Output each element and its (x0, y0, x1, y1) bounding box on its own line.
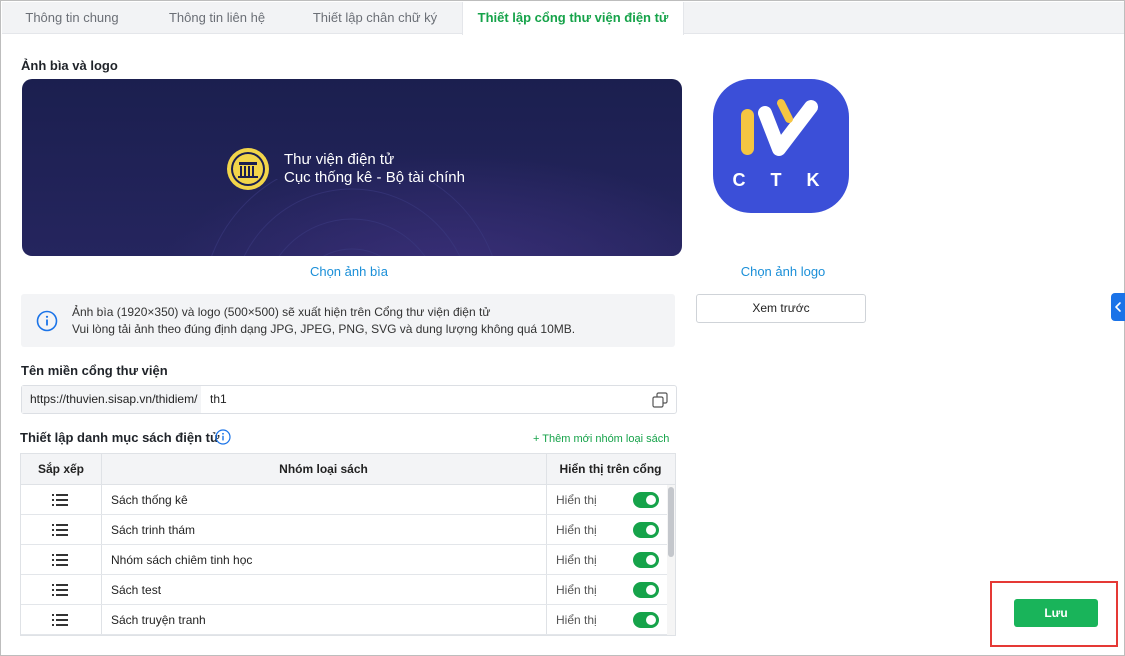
cover-caption: Thư viện điện tử Cục thống kê - Bộ tài c… (284, 151, 465, 187)
table-scrollbar[interactable] (667, 485, 675, 635)
domain-input[interactable]: th1 (210, 386, 227, 413)
table-row: Sách truyện tranh Hiển thị (21, 605, 667, 635)
logo-text: C T K (733, 170, 830, 190)
tab-contact-info[interactable]: Thông tin liên hệ (145, 2, 289, 34)
drag-handle-icon[interactable] (52, 523, 68, 537)
display-status: Hiển thị (556, 613, 597, 627)
choose-cover-link[interactable]: Chọn ảnh bìa (291, 264, 407, 279)
tab-bar: Thông tin chung Thông tin liên hệ Thiết … (2, 2, 1124, 35)
info-line1: Ảnh bìa (1920×350) và logo (500×500) sẽ … (72, 305, 491, 319)
library-logo: C T K (713, 79, 849, 213)
display-toggle[interactable] (633, 612, 659, 628)
drag-handle-icon[interactable] (52, 553, 68, 567)
display-status: Hiển thị (556, 553, 597, 567)
copy-icon[interactable] (652, 392, 668, 408)
table-row: Sách test Hiển thị (21, 575, 667, 605)
display-status: Hiển thị (556, 523, 597, 537)
table-row: Nhóm sách chiêm tinh học Hiển thị (21, 545, 667, 575)
header-sort: Sắp xếp (37, 462, 85, 476)
tab-signature-settings[interactable]: Thiết lập chân chữ ký (290, 2, 460, 34)
domain-title: Tên miền cổng thư viện (21, 363, 168, 378)
drag-handle-icon[interactable] (52, 613, 68, 627)
group-name: Sách trinh thám (111, 523, 196, 537)
chevron-left-icon (1115, 302, 1121, 312)
image-info-notice: Ảnh bìa (1920×350) và logo (500×500) sẽ … (21, 294, 675, 347)
catalog-title: Thiết lập danh mục sách điện tử (20, 430, 220, 445)
add-book-group-link[interactable]: + Thêm mới nhóm loại sách (533, 433, 669, 445)
scrollbar-thumb[interactable] (668, 487, 674, 557)
settings-window: Thông tin chung Thông tin liên hệ Thiết … (0, 0, 1125, 656)
group-name: Sách truyện tranh (111, 613, 206, 627)
cover-caption-line1: Thư viện điện tử (284, 151, 395, 168)
preview-button[interactable]: Xem trước (696, 294, 866, 323)
seal-icon (227, 148, 269, 190)
drag-handle-icon[interactable] (52, 493, 68, 507)
book-group-table: Sắp xếp Nhóm loại sách Hiển thị trên cổn… (20, 453, 676, 636)
group-name: Nhóm sách chiêm tinh học (111, 553, 253, 567)
table-row: Sách trinh thám Hiển thị (21, 515, 667, 545)
choose-logo-link[interactable]: Chọn ảnh logo (721, 264, 845, 279)
cover-caption-line2: Cục thống kê - Bộ tài chính (284, 169, 465, 186)
table-row: Sách thống kê Hiển thị (21, 485, 667, 515)
cover-image: Thư viện điện tử Cục thống kê - Bộ tài c… (22, 79, 682, 256)
table-header: Sắp xếp Nhóm loại sách Hiển thị trên cổn… (21, 454, 675, 485)
cover-ornament (211, 179, 493, 256)
display-toggle[interactable] (633, 552, 659, 568)
header-group: Nhóm loại sách (279, 462, 368, 476)
cover-logo-title: Ảnh bìa và logo (21, 58, 118, 73)
save-button[interactable]: Lưu (1014, 599, 1098, 627)
help-info-icon[interactable] (215, 429, 231, 445)
group-name: Sách test (111, 583, 162, 597)
domain-field: https://thuvien.sisap.vn/thidiem/ th1 (21, 385, 677, 414)
tab-library-portal-settings[interactable]: Thiết lập cổng thư viện điện tử (462, 2, 684, 35)
tab-general-info[interactable]: Thông tin chung (2, 2, 142, 34)
info-text: Ảnh bìa (1920×350) và logo (500×500) sẽ … (72, 304, 575, 338)
side-panel-toggle[interactable] (1111, 293, 1125, 321)
display-status: Hiển thị (556, 493, 597, 507)
display-status: Hiển thị (556, 583, 597, 597)
drag-handle-icon[interactable] (52, 583, 68, 597)
display-toggle[interactable] (633, 522, 659, 538)
info-icon (36, 310, 58, 332)
header-display: Hiển thị trên cổng (559, 462, 662, 476)
group-name: Sách thống kê (111, 493, 188, 507)
info-line2: Vui lòng tải ảnh theo đúng định dạng JPG… (72, 322, 576, 336)
display-toggle[interactable] (633, 582, 659, 598)
domain-prefix: https://thuvien.sisap.vn/thidiem/ (22, 386, 202, 413)
display-toggle[interactable] (633, 492, 659, 508)
